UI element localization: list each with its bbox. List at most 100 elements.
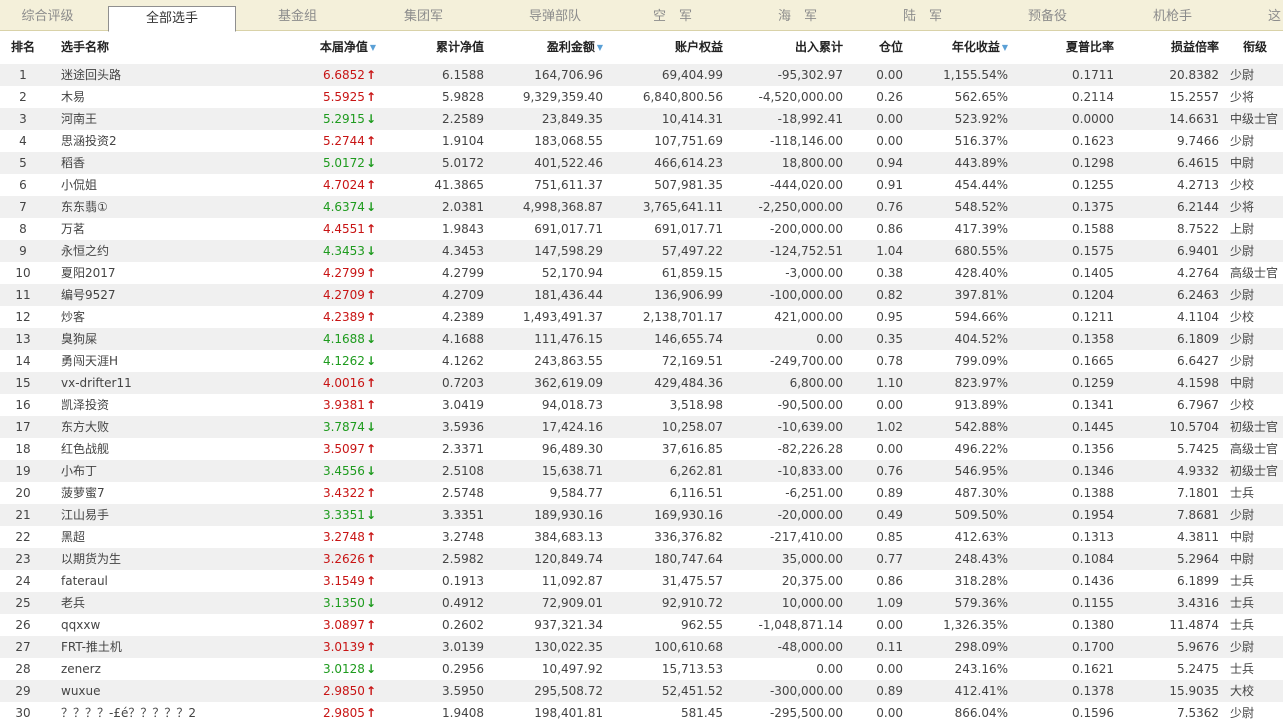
cumulative-nav-cell: 0.1913 [442,574,484,588]
player-name-cell[interactable]: 稻香 [61,152,286,174]
header-rank[interactable]: 排名 [11,32,35,62]
rank-cell: 10 [15,266,31,280]
tab-bar: 综合评级 全部选手 基金组 集团军 导弹部队 空 军 海 军 陆 军 预备役 机… [0,0,1283,32]
tab-all-players[interactable]: 全部选手 [108,6,236,32]
player-name-cell[interactable]: 臭狗屎 [61,328,286,350]
rank-cell: 17 [15,420,31,434]
sharpe-cell: 0.1445 [1072,420,1114,434]
sharpe-cell: 0.1405 [1072,266,1114,280]
tab-missile-force[interactable]: 导弹部队 [500,0,610,31]
header-sharpe[interactable]: 夏普比率 [1030,32,1114,62]
tab-overflow[interactable]: 这 [1268,0,1283,31]
arrow-down-icon: ↓ [365,596,376,610]
player-name-cell[interactable]: FRT-推土机 [61,636,286,658]
tab-gunner[interactable]: 机枪手 [1125,0,1220,31]
player-name-cell[interactable]: wuxue [61,680,286,702]
header-position[interactable]: 仓位 [862,32,903,62]
player-name-cell[interactable]: 小布丁 [61,460,286,482]
header-profit-label: 盈利金额 [546,40,595,54]
tab-rating[interactable]: 综合评级 [0,0,95,31]
header-current-nav[interactable]: 本届净值 ▼ [290,32,376,62]
rank-cell: 3 [19,112,27,126]
player-name-cell[interactable]: 炒客 [61,306,286,328]
player-name-cell[interactable]: qqxxw [61,614,286,636]
current-nav-cell: 3.2748↑ [290,526,376,548]
player-name-cell[interactable]: 老兵 [61,592,286,614]
player-name-cell[interactable]: 黑超 [61,526,286,548]
player-name-cell[interactable]: 夏阳2017 [61,262,286,284]
annual-return-cell: 1,155.54% [943,68,1008,82]
tab-navy[interactable]: 海 军 [750,0,845,31]
header-profit[interactable]: 盈利金额 ▼ [510,32,603,62]
player-name-cell[interactable]: 木易 [61,86,286,108]
equity-cell: 37,616.85 [661,442,723,456]
tab-air-force[interactable]: 空 军 [625,0,720,31]
tab-reserve[interactable]: 预备役 [1000,0,1095,31]
current-nav-cell: 4.2389↑ [290,306,376,328]
rank-title-cell: 中尉 [1230,530,1255,544]
header-annual-return[interactable]: 年化收益 ▼ [920,32,1008,62]
player-name-cell[interactable]: 编号9527 [61,284,286,306]
player-name-cell[interactable]: fateraul [61,570,286,592]
cumulative-nav-cell: 3.5936 [442,420,484,434]
equity-cell: 3,518.98 [669,398,723,412]
player-name-cell[interactable]: 迷途回头路 [61,64,286,86]
position-cell: 0.95 [876,310,903,324]
rank-cell: 5 [19,156,27,170]
player-name-cell[interactable]: 东东翡① [61,196,286,218]
tab-group-army[interactable]: 集团军 [376,0,471,31]
player-name-cell[interactable]: 菠萝蜜7 [61,482,286,504]
tab-fund-group[interactable]: 基金组 [250,0,345,31]
table-row: 29 wuxue 2.9850↑ 3.5950 295,508.72 52,451.52-… [0,680,1283,702]
sharpe-cell: 0.1341 [1072,398,1114,412]
position-cell: 0.38 [876,266,903,280]
player-name-cell[interactable]: 以期货为生 [61,548,286,570]
player-name-cell[interactable]: vx-drifter11 [61,372,286,394]
cumulative-nav-cell: 2.5108 [442,464,484,478]
header-cumulative-nav[interactable]: 累计净值 [404,32,484,62]
nav-value: 4.7024 [322,178,365,192]
player-name-cell[interactable]: zenerz [61,658,286,680]
pl-ratio-cell: 8.7522 [1177,222,1219,236]
nav-value: 3.2626 [322,552,365,566]
profit-cell: 52,170.94 [541,266,603,280]
header-pl-ratio[interactable]: 损益倍率 [1130,32,1219,62]
equity-cell: 581.45 [681,706,723,720]
header-inout[interactable]: 出入累计 [750,32,843,62]
player-name-cell[interactable]: 凯泽投资 [61,394,286,416]
player-name-cell[interactable]: 东方大败 [61,416,286,438]
inout-cell: -249,700.00 [769,354,843,368]
player-name-cell[interactable]: ？？？？-£é？？？？？2 [61,702,286,724]
equity-cell: 466,614.23 [654,156,723,170]
nav-value: 3.0139 [322,640,365,654]
rank-title-cell: 少校 [1230,398,1255,412]
annual-return-cell: 417.39% [954,222,1008,236]
position-cell: 1.04 [876,244,903,258]
arrow-up-icon: ↑ [365,178,376,192]
player-name-cell[interactable]: 勇闯天涯H [61,350,286,372]
inout-cell: -124,752.51 [769,244,843,258]
inout-cell: -444,020.00 [769,178,843,192]
player-name-cell[interactable]: 小侃姐 [61,174,286,196]
sharpe-cell: 0.1436 [1072,574,1114,588]
arrow-up-icon: ↑ [365,288,376,302]
player-name-cell[interactable]: 河南王 [61,108,286,130]
player-name-cell[interactable]: 永恒之约 [61,240,286,262]
sharpe-cell: 0.1388 [1072,486,1114,500]
player-name-cell[interactable]: 红色战舰 [61,438,286,460]
header-equity[interactable]: 账户权益 [630,32,723,62]
equity-cell: 57,497.22 [661,244,723,258]
player-name-cell[interactable]: 思涵投资2 [61,130,286,152]
sharpe-cell: 0.1255 [1072,178,1114,192]
position-cell: 0.49 [876,508,903,522]
player-name-cell[interactable]: 江山易手 [61,504,286,526]
rank-cell: 30 [15,706,31,720]
cumulative-nav-cell: 4.2709 [442,288,484,302]
table-row: 3 河南王 5.2915↓ 2.2589 23,849.35 10,414.31 -18,9… [0,108,1283,130]
header-rank-title[interactable]: 衔级 [1243,32,1267,62]
tab-army[interactable]: 陆 军 [875,0,970,31]
nav-value: 3.0897 [322,618,365,632]
rank-cell: 14 [15,354,31,368]
header-player-name[interactable]: 选手名称 [61,32,109,62]
player-name-cell[interactable]: 万茗 [61,218,286,240]
